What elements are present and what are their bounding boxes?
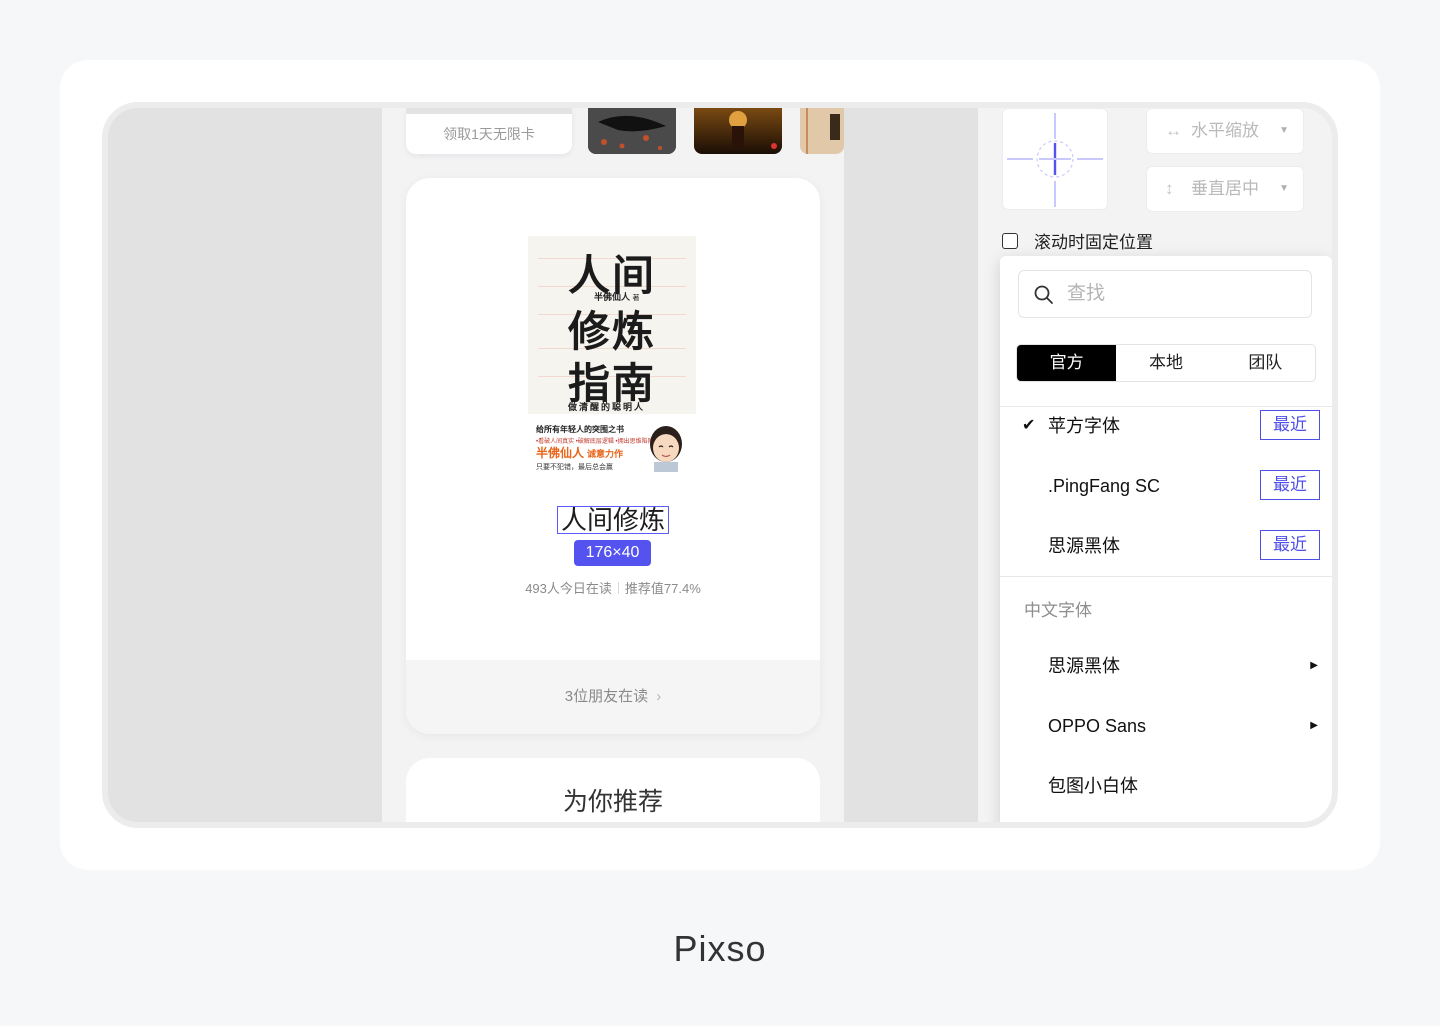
recommend-card[interactable]: 为你推荐	[406, 758, 820, 822]
caret-down-icon: ▼	[1279, 183, 1289, 194]
size-badge: 176×40	[574, 540, 651, 566]
thumbnail-image-1	[588, 108, 676, 154]
font-item-source-han[interactable]: 思源黑体 最近	[1000, 526, 1332, 566]
vertical-align-dropdown[interactable]: ↕ 垂直居中 ▼	[1146, 166, 1304, 212]
caret-down-icon: ▼	[1279, 125, 1289, 136]
author-avatar-icon	[650, 426, 682, 472]
font-item-label: 思源黑体	[1048, 656, 1120, 676]
font-item-label: OPPO Sans	[1048, 716, 1147, 736]
constraint-widget[interactable]	[1002, 108, 1108, 210]
tab-official[interactable]: 官方	[1017, 345, 1117, 381]
vip-card-label: 领取1天无限卡	[443, 126, 535, 142]
chevron-right-icon: ›	[656, 688, 662, 705]
friends-reading-link[interactable]: 3位朋友在读 ›	[406, 660, 820, 734]
book-cover[interactable]: 人间 半佛仙人 著 修炼 指南 做清醒的聪明人 给所有年轻人的突围之书 •看破人…	[528, 236, 696, 478]
font-item-label: 思源黑体	[1048, 536, 1120, 556]
arrows-vertical-icon: ↕	[1165, 179, 1174, 198]
constraint-guides-icon	[1007, 113, 1103, 207]
tab-local[interactable]: 本地	[1116, 345, 1215, 381]
fix-on-scroll-option[interactable]: 滚动时固定位置	[1002, 228, 1153, 253]
canvas-area-left[interactable]	[108, 108, 382, 822]
cover-subtitle: 做清醒的聪明人	[568, 402, 646, 412]
recent-tag: 最近	[1260, 470, 1320, 500]
horizontal-scale-dropdown[interactable]: ↔ 水平缩放 ▼	[1146, 108, 1304, 154]
reading-stats: 493人今日在读 推荐值77.4%	[406, 578, 820, 597]
friends-reading-label: 3位朋友在读	[564, 688, 649, 705]
stats-separator	[617, 582, 619, 594]
arrows-horizontal-icon: ↔	[1165, 121, 1182, 140]
brand-caption: Pixso	[673, 928, 767, 969]
search-icon	[1034, 285, 1053, 304]
canvas-area-right[interactable]	[844, 108, 978, 822]
font-item-label: .PingFang SC	[1048, 476, 1161, 496]
thumbnail-image-2	[694, 108, 782, 154]
submenu-arrow-icon: ▶	[1310, 720, 1318, 731]
book-thumbnail[interactable]	[800, 108, 844, 154]
cover-bottom-band: 给所有年轻人的突围之书 •看破人间真实 •破解底层逻辑 •拥出思维陷阱 半佛仙人…	[528, 414, 696, 478]
font-search-box[interactable]	[1018, 270, 1312, 318]
cover-author-big: 半佛仙人 诚意力作	[536, 446, 624, 460]
recent-tag: 最近	[1260, 410, 1320, 440]
cover-tagline: 给所有年轻人的突围之书	[536, 425, 624, 434]
tab-team[interactable]: 团队	[1216, 345, 1315, 381]
vertical-align-label: 垂直居中	[1191, 179, 1259, 198]
properties-panel: ↔ 水平缩放 ▼ ↕ 垂直居中 ▼ 滚动时固定位置 查找 官方 本地 团队 ✔ …	[978, 108, 1332, 822]
font-item-pingfang-sc[interactable]: .PingFang SC 最近	[1000, 466, 1332, 506]
font-family-oppo-sans[interactable]: OPPO Sans ▶	[1000, 706, 1332, 746]
app-frame: 领取1天无限卡 人间 半佛仙人 著 修炼 指南 做清醒的聪明人 给所有年轻人的突…	[102, 102, 1338, 828]
horizontal-scale-label: 水平缩放	[1191, 121, 1259, 140]
vip-card[interactable]: 领取1天无限卡	[406, 108, 572, 154]
cover-slogan: 只要不犯错，最后总会赢	[536, 464, 613, 471]
fix-on-scroll-label: 滚动时固定位置	[1034, 233, 1153, 252]
font-picker-popover: 官方 本地 团队 ✔ 苹方字体 最近 .PingFang SC 最近 思源黑体 …	[1000, 256, 1332, 822]
recommend-title: 为你推荐	[562, 788, 663, 816]
check-icon: ✔	[1022, 417, 1036, 434]
phone-artboard[interactable]: 领取1天无限卡 人间 半佛仙人 著 修炼 指南 做清醒的聪明人 给所有年轻人的突…	[382, 108, 844, 822]
thumbnail-image-3	[800, 108, 844, 154]
book-thumbnail[interactable]	[588, 108, 676, 154]
recommend-value: 推荐值77.4%	[624, 581, 701, 596]
submenu-arrow-icon: ▶	[1310, 660, 1318, 671]
selected-title-text[interactable]: 人间修炼	[557, 506, 669, 534]
recent-tag: 最近	[1260, 530, 1320, 560]
divider	[1000, 576, 1332, 577]
book-card[interactable]: 人间 半佛仙人 著 修炼 指南 做清醒的聪明人 给所有年轻人的突围之书 •看破人…	[406, 178, 820, 734]
book-thumbnail[interactable]	[694, 108, 782, 154]
font-search-input[interactable]	[1067, 281, 1297, 307]
section-title-chinese-fonts: 中文字体	[1024, 601, 1092, 620]
font-item-pingfang-cn[interactable]: ✔ 苹方字体 最近	[1000, 406, 1332, 446]
font-family-baotu[interactable]: 包图小白体	[1000, 766, 1332, 806]
reading-today: 493人今日在读	[525, 581, 612, 596]
font-item-label: 苹方字体	[1048, 416, 1120, 436]
font-family-source-han[interactable]: 思源黑体 ▶	[1000, 646, 1332, 686]
font-source-tabs: 官方 本地 团队	[1016, 344, 1316, 382]
font-item-label: 包图小白体	[1048, 776, 1138, 796]
fix-on-scroll-checkbox[interactable]	[1002, 232, 1018, 249]
showcase-card: 领取1天无限卡 人间 半佛仙人 著 修炼 指南 做清醒的聪明人 给所有年轻人的突…	[60, 60, 1380, 870]
